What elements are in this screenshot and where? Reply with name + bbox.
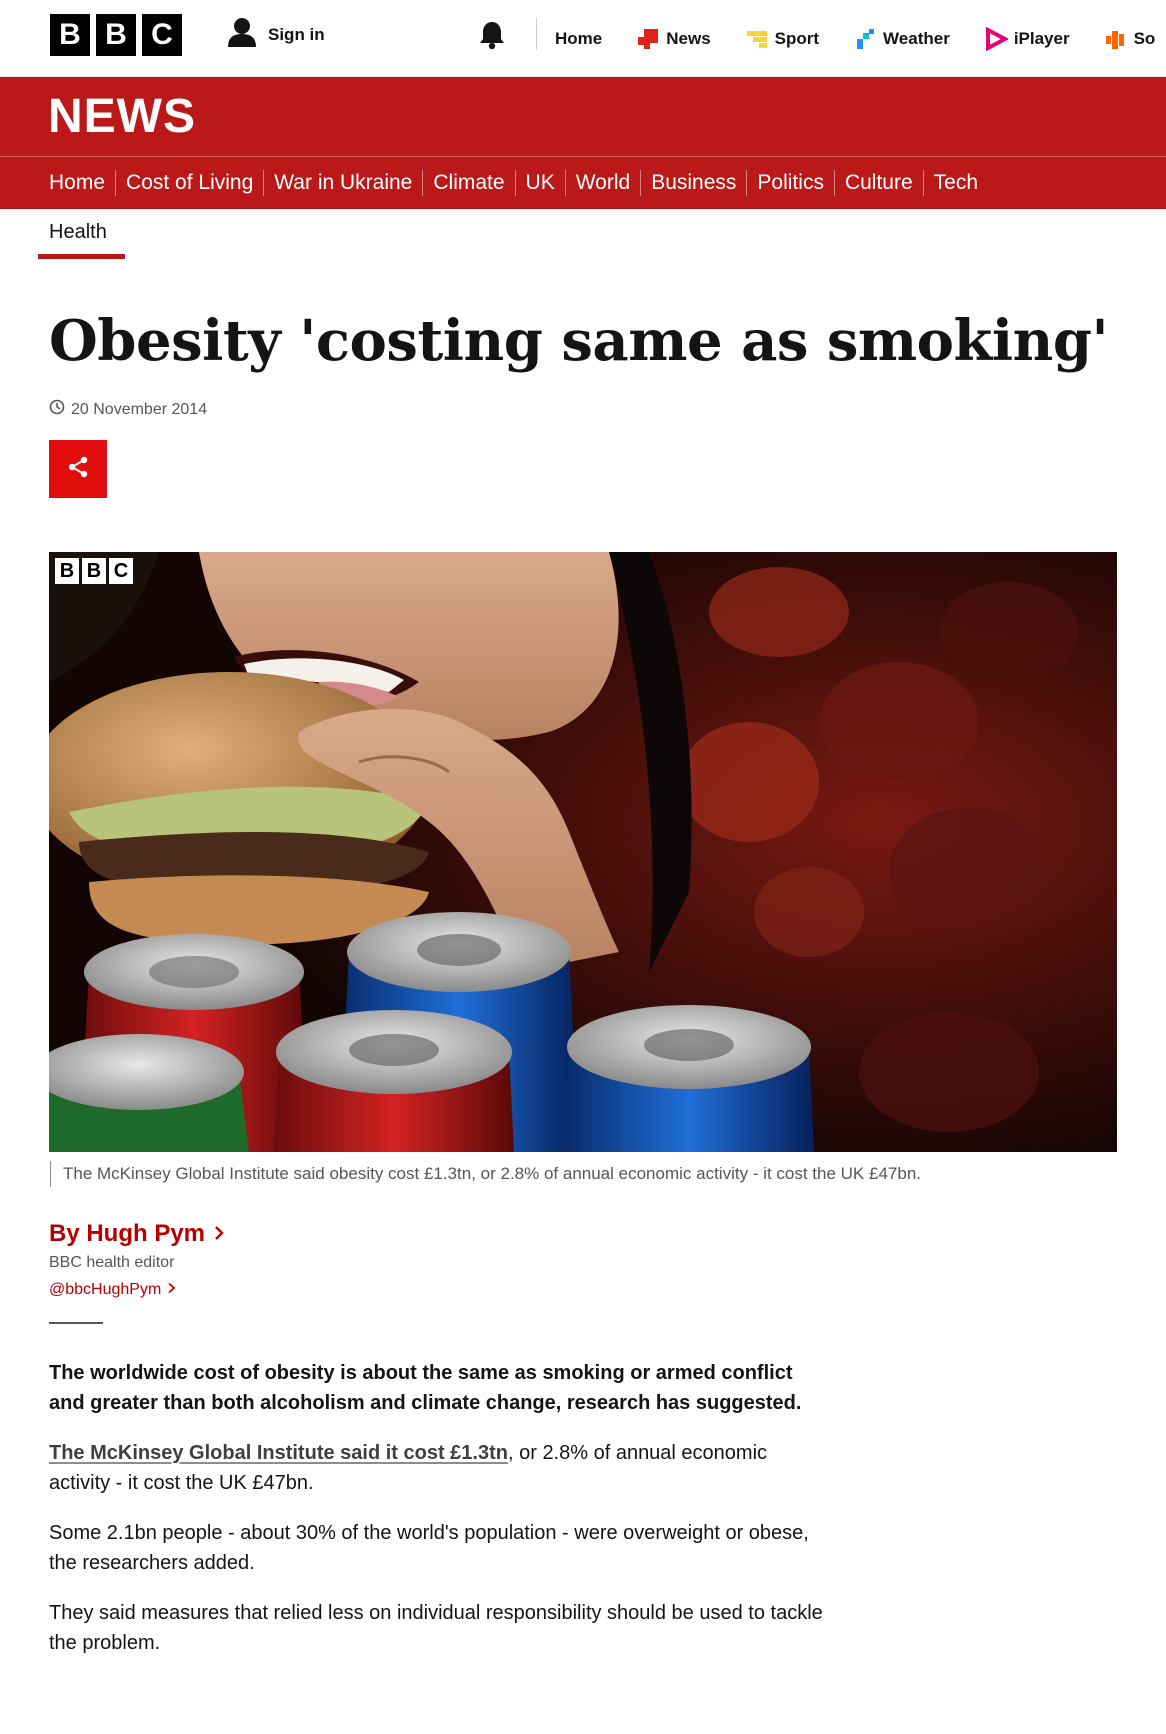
sign-in-label: Sign in bbox=[268, 24, 325, 44]
section-nav-item[interactable]: Business bbox=[641, 170, 748, 196]
sounds-icon bbox=[1104, 27, 1128, 51]
byline-handle: @bbcHughPym bbox=[49, 1281, 162, 1298]
article-image: B B C bbox=[49, 552, 1117, 1152]
article-headline: Obesity 'costing same as smoking' bbox=[49, 308, 1109, 374]
section-nav-item[interactable]: Culture bbox=[835, 170, 924, 196]
iplayer-icon bbox=[984, 26, 1010, 51]
article-lead-paragraph: The worldwide cost of obesity is about t… bbox=[49, 1362, 802, 1414]
article-paragraph: They said measures that relied less on i… bbox=[49, 1602, 823, 1654]
byline-divider bbox=[49, 1322, 103, 1324]
user-icon bbox=[226, 16, 258, 53]
share-icon bbox=[67, 456, 89, 483]
top-nav-sounds[interactable]: So bbox=[1104, 27, 1156, 51]
weather-icon bbox=[853, 27, 877, 51]
watermark-letter: C bbox=[109, 558, 133, 584]
subnav-health[interactable]: Health bbox=[49, 221, 107, 244]
sport-icon bbox=[745, 27, 769, 51]
news-banner: NEWS bbox=[0, 77, 1166, 157]
chevron-right-icon bbox=[213, 1220, 225, 1248]
bbc-logo[interactable]: B B C bbox=[50, 14, 182, 56]
news-wordmark[interactable]: NEWS bbox=[48, 89, 196, 144]
bbc-logo-letter: B bbox=[50, 14, 90, 56]
share-button[interactable] bbox=[49, 440, 107, 498]
article-image-illustration bbox=[49, 552, 1117, 1152]
news-icon bbox=[636, 27, 660, 51]
byline-role: BBC health editor bbox=[49, 1254, 175, 1271]
section-nav-item[interactable]: War in Ukraine bbox=[264, 170, 424, 196]
top-nav-weather[interactable]: Weather bbox=[853, 27, 950, 51]
section-nav-item[interactable]: Cost of Living bbox=[116, 170, 265, 196]
article-date: 20 November 2014 bbox=[71, 400, 208, 418]
article-dateline: 20 November 2014 bbox=[49, 399, 207, 420]
mckinsey-report-link[interactable]: The McKinsey Global Institute said it co… bbox=[49, 1442, 508, 1464]
section-nav-item[interactable]: Climate bbox=[423, 170, 516, 196]
top-nav-news[interactable]: News bbox=[636, 27, 711, 51]
top-nav: Home News Sport Weather iPlayer So bbox=[555, 0, 1166, 77]
chevron-right-icon bbox=[167, 1281, 176, 1299]
bbc-logo-letter: C bbox=[142, 14, 182, 56]
nav-divider bbox=[536, 18, 537, 50]
top-nav-label: Home bbox=[555, 28, 603, 48]
top-nav-label: iPlayer bbox=[1013, 28, 1070, 48]
section-nav-item[interactable]: Home bbox=[49, 170, 117, 196]
subnav-active-indicator bbox=[38, 254, 125, 259]
watermark-letter: B bbox=[82, 558, 106, 584]
bbc-logo-letter: B bbox=[96, 14, 136, 56]
top-nav-label: Weather bbox=[883, 28, 950, 48]
byline-author-link[interactable]: By Hugh Pym bbox=[49, 1220, 225, 1248]
section-nav-item[interactable]: World bbox=[566, 170, 642, 196]
article-body: The worldwide cost of obesity is about t… bbox=[49, 1358, 829, 1678]
byline-handle-link[interactable]: @bbcHughPym bbox=[49, 1281, 176, 1299]
top-nav-label: News bbox=[666, 28, 711, 48]
sign-in-link[interactable]: Sign in bbox=[226, 16, 325, 53]
section-nav: Home Cost of Living War in Ukraine Clima… bbox=[0, 157, 1166, 209]
top-nav-sport[interactable]: Sport bbox=[745, 27, 819, 51]
article-paragraph: The McKinsey Global Institute said it co… bbox=[49, 1438, 829, 1498]
watermark-letter: B bbox=[55, 558, 79, 584]
top-nav-label: So bbox=[1133, 28, 1156, 48]
section-nav-item[interactable]: Politics bbox=[747, 170, 835, 196]
image-bbc-watermark: B B C bbox=[55, 558, 133, 584]
article-paragraph: Some 2.1bn people - about 30% of the wor… bbox=[49, 1522, 809, 1574]
top-nav-home[interactable]: Home bbox=[555, 29, 602, 49]
bbc-top-bar: B B C Sign in Home News Sport Weather iP… bbox=[0, 0, 1166, 77]
image-caption: The McKinsey Global Institute said obesi… bbox=[50, 1161, 921, 1187]
section-nav-item[interactable]: UK bbox=[516, 170, 566, 196]
notifications-bell-icon[interactable] bbox=[478, 20, 506, 55]
byline-author-name: By Hugh Pym bbox=[49, 1220, 206, 1247]
top-nav-label: Sport bbox=[774, 28, 820, 48]
top-nav-iplayer[interactable]: iPlayer bbox=[984, 26, 1070, 51]
clock-icon bbox=[49, 399, 65, 420]
section-nav-item[interactable]: Tech bbox=[924, 170, 988, 196]
